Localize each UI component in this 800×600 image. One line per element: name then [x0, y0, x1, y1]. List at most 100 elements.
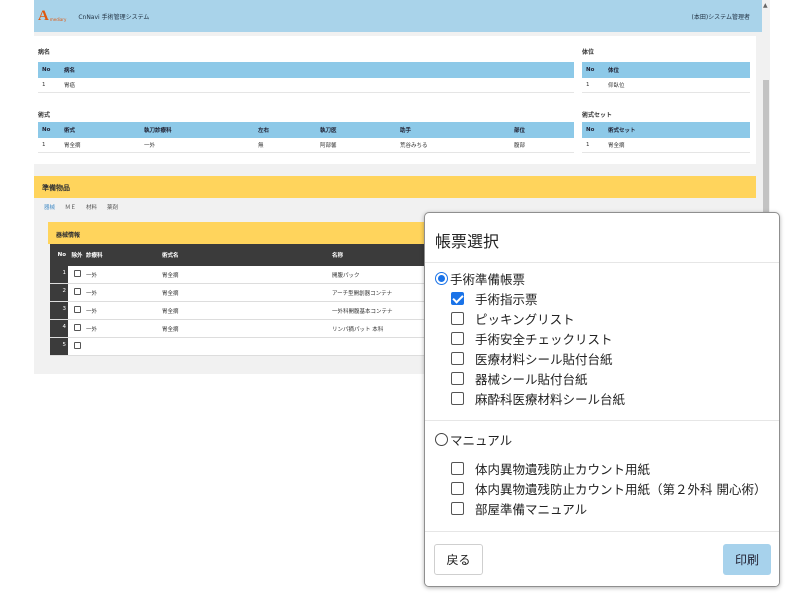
check-surgery-instruction[interactable]: 手術指示票 — [451, 289, 538, 308]
tab-me[interactable]: ＭＥ — [65, 203, 76, 211]
app-logo: A mediary — [38, 8, 66, 25]
checkbox[interactable] — [451, 292, 464, 305]
column-header: 左右 — [258, 128, 270, 134]
checkbox-label: 医療材料シール貼付台紙 — [475, 352, 613, 367]
table-row[interactable]: 1 胃全摘 一外 無 阿部馨 荒谷みちる 腹部 — [38, 138, 574, 153]
checkbox[interactable] — [451, 462, 464, 475]
exclude-checkbox[interactable] — [73, 324, 81, 331]
radio-manual[interactable]: マニュアル — [435, 430, 512, 449]
prep-tabs: 器械 ＭＥ 材料 薬剤 — [44, 203, 118, 211]
table-row[interactable]: 1 胃全摘 — [582, 138, 750, 153]
check-safety-checklist[interactable]: 手術安全チェックリスト — [451, 329, 613, 348]
procedure-set-label: 術式セット — [582, 112, 613, 119]
row-number: 1 — [50, 266, 68, 283]
check-room-prep-manual[interactable]: 部屋準備マニュアル — [451, 499, 587, 518]
column-header: 術式名 — [162, 253, 179, 259]
checkbox[interactable] — [451, 352, 464, 365]
table-cell: 1 — [42, 142, 46, 148]
table-cell: 胃癌 — [64, 83, 76, 89]
screen: A mediary CnNavi 手術管理システム (本田)システム管理者 病名… — [0, 0, 800, 600]
disease-table: No 病名 1 胃癌 — [38, 62, 574, 93]
row-number: 5 — [50, 338, 68, 355]
case-info-card: 病名 No 病名 1 胃癌 体位 No 体位 1 仰臥位 術式 No 術式 執刀… — [34, 36, 756, 164]
checkbox-label: 体内異物遺残防止カウント用紙（第２外科 開心術） — [475, 482, 767, 497]
radio-button[interactable] — [435, 433, 448, 446]
section-divider — [425, 420, 779, 421]
logo-sub: mediary — [49, 17, 67, 22]
row-number: 2 — [50, 284, 68, 301]
table-cell: 無 — [258, 143, 264, 149]
exclude-checkbox[interactable] — [73, 288, 81, 295]
app-header: A mediary CnNavi 手術管理システム (本田)システム管理者 — [34, 0, 766, 32]
disease-label: 病名 — [38, 49, 51, 56]
table-cell: 胃全摘 — [608, 143, 625, 149]
checkbox[interactable] — [451, 482, 464, 495]
table-cell: 1 — [42, 82, 46, 88]
table-cell: 胃全摘 — [162, 308, 179, 315]
tab-drugs[interactable]: 薬剤 — [107, 203, 118, 211]
column-header: 除外 — [71, 253, 83, 259]
check-foreign-body-count[interactable]: 体内異物遺残防止カウント用紙 — [451, 459, 650, 478]
checkbox[interactable] — [451, 312, 464, 325]
app-title: CnNavi 手術管理システム — [78, 13, 150, 21]
radio-button[interactable] — [435, 272, 448, 285]
checkbox-label: 麻酔科医療材料シール台紙 — [475, 392, 626, 407]
row-number: 3 — [50, 302, 68, 319]
procedure-table: No 術式 執刀診療科 左右 執刀医 助手 部位 1 胃全摘 一外 無 阿部馨 … — [38, 122, 574, 153]
table-cell: 胃全摘 — [162, 326, 179, 333]
check-material-sticker-sheet[interactable]: 医療材料シール貼付台紙 — [451, 349, 613, 368]
check-instrument-sticker-sheet[interactable]: 器械シール貼付台紙 — [451, 369, 588, 388]
position-table: No 体位 1 仰臥位 — [582, 62, 750, 93]
column-header: 診療科 — [86, 253, 103, 259]
table-cell: 一外 — [86, 308, 98, 315]
column-header: 助手 — [400, 128, 412, 134]
column-header: 部位 — [514, 128, 526, 134]
table-row[interactable]: 1 胃癌 — [38, 78, 574, 93]
check-picking-list[interactable]: ピッキングリスト — [451, 309, 575, 328]
column-header: No — [586, 127, 595, 133]
position-label: 体位 — [582, 49, 595, 56]
table-row[interactable]: 1 仰臥位 — [582, 78, 750, 93]
table-cell: 仰臥位 — [608, 83, 625, 89]
column-header: 執刀診療科 — [144, 128, 172, 134]
prep-items-header: 準備物品 — [34, 176, 756, 198]
table-cell: 腹部 — [514, 143, 526, 149]
table-cell: 一外 — [86, 290, 98, 297]
exclude-checkbox[interactable] — [73, 306, 81, 313]
checkbox[interactable] — [451, 502, 464, 515]
table-cell: 一外 — [86, 326, 98, 333]
radio-surgery-prep-forms[interactable]: 手術準備帳票 — [435, 269, 525, 288]
column-header: 病名 — [64, 68, 76, 74]
checkbox[interactable] — [451, 332, 464, 345]
header-user[interactable]: (本田)システム管理者 — [691, 12, 750, 21]
check-foreign-body-count-cardiac[interactable]: 体内異物遺残防止カウント用紙（第２外科 開心術） — [451, 479, 766, 498]
checkbox-label: ピッキングリスト — [475, 312, 575, 327]
dialog-body: 手術準備帳票 手術指示票 ピッキングリスト 手術安全チェックリスト 医療材料シー… — [425, 263, 779, 532]
check-anesthesia-sticker-sheet[interactable]: 麻酔科医療材料シール台紙 — [451, 389, 625, 408]
table-cell: 1 — [586, 142, 590, 148]
checkbox-label: 体内異物遺残防止カウント用紙 — [475, 462, 651, 477]
column-header: No — [42, 67, 51, 73]
exclude-checkbox[interactable] — [73, 270, 81, 277]
table-cell: 胃全摘 — [64, 143, 81, 149]
table-cell: 胃全摘 — [162, 272, 179, 279]
logo-mark: A — [38, 7, 49, 24]
back-button[interactable]: 戻る — [434, 544, 483, 575]
column-header: 執刀医 — [320, 128, 337, 134]
checkbox-label: 手術安全チェックリスト — [475, 332, 613, 347]
scroll-up-icon[interactable]: ▲ — [763, 2, 768, 9]
exclude-checkbox[interactable] — [73, 342, 81, 349]
table-header: No 術式セット — [582, 122, 750, 138]
print-button[interactable]: 印刷 — [723, 544, 771, 575]
table-header: No 体位 — [582, 62, 750, 78]
checkbox[interactable] — [451, 372, 464, 385]
row-number: 4 — [50, 320, 68, 337]
column-header: No — [586, 67, 595, 73]
checkbox[interactable] — [451, 392, 464, 405]
checkbox-label: 器械シール貼付台紙 — [475, 372, 588, 387]
checkbox-label: 部屋準備マニュアル — [475, 502, 588, 517]
checkbox-label: 手術指示票 — [475, 292, 538, 307]
table-cell: 1 — [586, 82, 590, 88]
tab-instruments[interactable]: 器械 — [44, 203, 55, 211]
tab-materials[interactable]: 材料 — [86, 203, 97, 211]
